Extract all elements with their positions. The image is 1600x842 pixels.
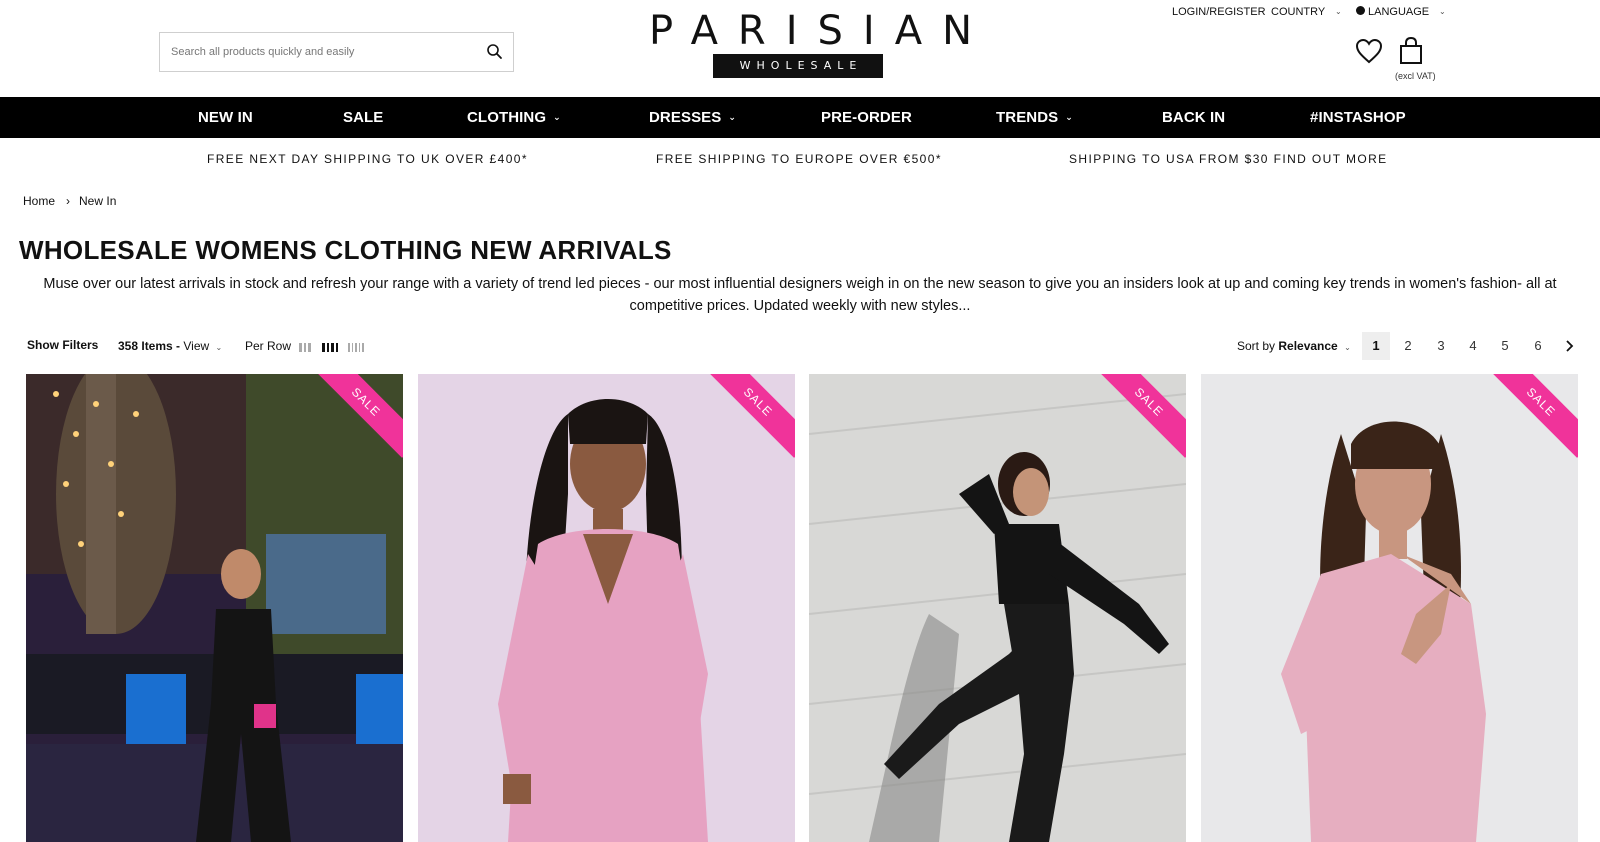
- language-label: LANGUAGE: [1368, 6, 1430, 18]
- per-row-4-option[interactable]: [322, 343, 338, 352]
- product-card[interactable]: SALE: [1201, 374, 1578, 842]
- nav-item-label: NEW IN: [198, 109, 253, 126]
- per-row-label: Per Row: [245, 339, 292, 353]
- sort-label: Sort by: [1237, 339, 1276, 353]
- nav-item-label: TRENDS: [996, 109, 1059, 126]
- shopping-bag-icon[interactable]: [1398, 36, 1424, 66]
- nav-item-pre-order[interactable]: PRE-ORDER: [821, 97, 912, 138]
- shipping-uk: FREE NEXT DAY SHIPPING TO UK OVER £400*: [207, 152, 528, 166]
- breadcrumb-separator: ›: [66, 194, 71, 208]
- vat-note: (excl VAT): [1395, 71, 1436, 81]
- show-filters-button[interactable]: Show Filters: [27, 338, 98, 352]
- items-view-dropdown[interactable]: 358 Items - View ⌄: [118, 339, 222, 353]
- nav-item-sale[interactable]: SALE: [343, 97, 383, 138]
- breadcrumb-home[interactable]: Home: [23, 194, 55, 208]
- chevron-down-icon: ⌄: [553, 112, 561, 122]
- product-image: [809, 374, 1186, 842]
- page-description: Muse over our latest arrivals in stock a…: [43, 276, 1557, 314]
- product-card[interactable]: SALE: [418, 374, 795, 842]
- chevron-right-icon[interactable]: [1560, 332, 1580, 360]
- chevron-down-icon: ⌄: [728, 112, 737, 122]
- language-selector[interactable]: LANGUAGE ⌄: [1356, 6, 1446, 18]
- page-button-3[interactable]: 3: [1427, 332, 1455, 360]
- nav-item-label: CLOTHING: [467, 109, 547, 126]
- page-button-1[interactable]: 1: [1362, 332, 1390, 360]
- page-button-2[interactable]: 2: [1394, 332, 1422, 360]
- nav-item-label: BACK IN: [1162, 109, 1226, 126]
- nav-item-back-in[interactable]: BACK IN: [1162, 97, 1225, 138]
- search-icon[interactable]: [485, 42, 505, 62]
- nav-item-new-in[interactable]: NEW IN: [198, 97, 253, 138]
- page-button-5[interactable]: 5: [1491, 332, 1519, 360]
- page-button-6[interactable]: 6: [1524, 332, 1552, 360]
- site-logo[interactable]: PARISIAN WHOLESALE: [637, 8, 992, 80]
- page-button-4[interactable]: 4: [1459, 332, 1487, 360]
- login-register-link[interactable]: LOGIN/REGISTER: [1172, 6, 1266, 18]
- product-image: [418, 374, 795, 842]
- product-card[interactable]: SALE: [26, 374, 403, 842]
- chevron-down-icon: ⌄: [1439, 7, 1446, 16]
- main-nav: NEW IN SALE CLOTHING ⌄ DRESSES ⌄ PRE-ORDER…: [0, 97, 1600, 138]
- chevron-down-icon: ⌄: [1344, 343, 1351, 352]
- chevron-down-icon: ⌄: [1065, 112, 1073, 122]
- nav-item-dresses[interactable]: DRESSES ⌄: [649, 97, 736, 138]
- chevron-down-icon: ⌄: [215, 343, 223, 352]
- nav-item-label: DRESSES: [649, 109, 722, 126]
- nav-item-label: SALE: [343, 109, 384, 126]
- breadcrumb-current: New In: [79, 194, 117, 208]
- items-count: 358 Items -: [118, 339, 181, 353]
- nav-item-clothing[interactable]: CLOTHING ⌄: [467, 97, 561, 138]
- sort-value: Relevance: [1278, 339, 1338, 353]
- per-row-5-option[interactable]: [348, 343, 364, 352]
- search-box: [159, 32, 514, 72]
- product-image: [1201, 374, 1578, 842]
- heart-icon[interactable]: [1355, 38, 1383, 64]
- breadcrumb: Home › New In: [23, 194, 116, 208]
- listing-toolbar: Show Filters 358 Items - View ⌄ Per Row …: [0, 332, 1600, 360]
- search-input[interactable]: [160, 33, 470, 71]
- nav-item-label: PRE-ORDER: [821, 109, 912, 126]
- logo-subtitle: WHOLESALE: [713, 54, 883, 78]
- per-row-3-option[interactable]: [299, 343, 311, 352]
- nav-item-instashop[interactable]: #INSTASHOP: [1310, 97, 1406, 138]
- globe-icon: [1356, 6, 1365, 15]
- nav-item-label: #INSTASHOP: [1310, 109, 1406, 126]
- product-card[interactable]: SALE: [809, 374, 1186, 842]
- shipping-usa-link[interactable]: SHIPPING TO USA FROM $30 FIND OUT MORE: [1069, 152, 1388, 166]
- page-title: WHOLESALE WOMENS CLOTHING NEW ARRIVALS: [19, 235, 672, 265]
- logo-wordmark: PARISIAN: [649, 8, 992, 54]
- shipping-europe: FREE SHIPPING TO EUROPE OVER €500*: [656, 152, 942, 166]
- view-label: View: [183, 339, 210, 353]
- product-image: [26, 374, 403, 842]
- site-header: PARISIAN WHOLESALE LOGIN/REGISTER COUNTR…: [0, 0, 1600, 97]
- country-selector[interactable]: COUNTRY ⌄: [1271, 6, 1342, 18]
- sort-dropdown[interactable]: Sort by Relevance ⌄: [1237, 339, 1351, 353]
- chevron-down-icon: ⌄: [1335, 7, 1342, 16]
- nav-item-trends[interactable]: TRENDS ⌄: [996, 97, 1073, 138]
- country-label: COUNTRY: [1271, 6, 1326, 18]
